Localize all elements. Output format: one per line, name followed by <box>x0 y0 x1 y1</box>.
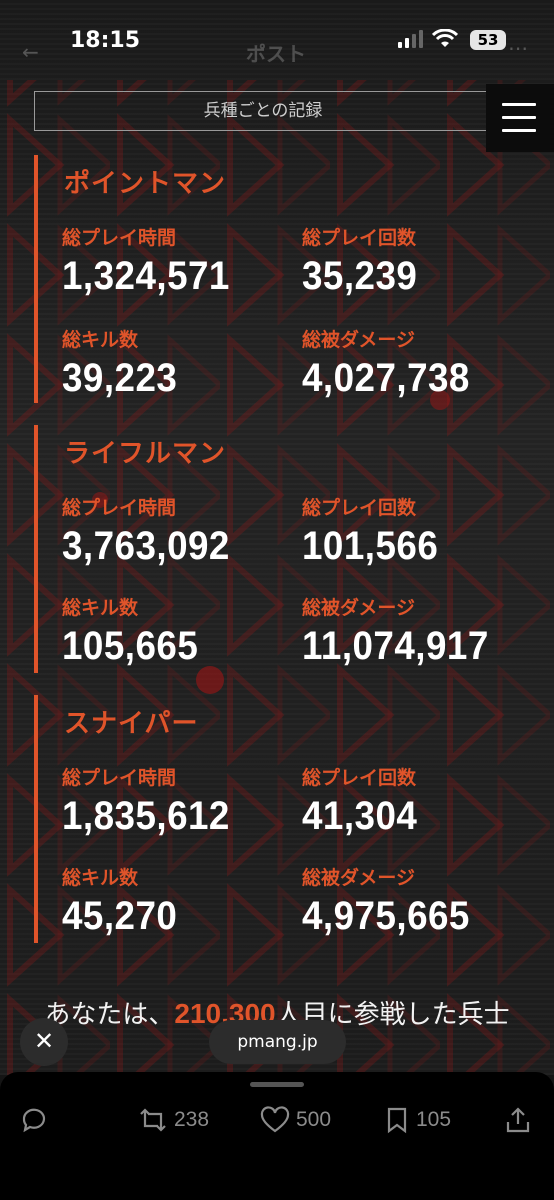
stat-label: 総被ダメージ <box>302 597 416 619</box>
section-sniper: スナイパー 総プレイ時間 1,835,612 総プレイ回数 41,304 総キル… <box>34 695 534 945</box>
heart-icon <box>260 1106 290 1133</box>
share-button[interactable] <box>504 1106 532 1136</box>
stat-label: 総プレイ時間 <box>62 227 177 249</box>
source-link[interactable]: pmang.jp <box>209 1020 346 1064</box>
action-bar <box>0 1072 554 1200</box>
stat-kills: 総キル数 39,223 <box>62 325 187 400</box>
section-pointman: ポイントマン 総プレイ時間 1,324,571 総プレイ回数 35,239 総キ… <box>34 155 534 405</box>
stat-value: 11,074,917 <box>302 624 489 668</box>
wifi-icon <box>432 29 458 47</box>
post-header-title: ポスト <box>246 42 306 66</box>
clock: 18:15 <box>70 28 141 53</box>
hamburger-icon <box>502 103 536 106</box>
stat-label: 総キル数 <box>62 867 139 889</box>
section-accent-line <box>34 695 38 943</box>
hamburger-icon-bar <box>502 129 536 132</box>
stat-label: 総プレイ回数 <box>302 767 417 789</box>
stat-value: 3,763,092 <box>62 524 230 568</box>
stat-label: 総被ダメージ <box>302 867 416 889</box>
status-bar: ← ポスト ⋯ 18:15 53 <box>0 0 554 86</box>
bookmark-button[interactable]: 105 <box>384 1106 451 1136</box>
class-records-heading: 兵種ごとの記録 <box>34 91 492 131</box>
retweet-button[interactable]: 238 <box>138 1106 209 1136</box>
section-title: ポイントマン <box>64 169 227 199</box>
stat-value: 39,223 <box>62 356 178 400</box>
stat-label: 総プレイ時間 <box>62 497 177 519</box>
stat-label: 総プレイ回数 <box>302 497 417 519</box>
back-arrow-icon[interactable]: ← <box>22 40 39 64</box>
stat-label: 総プレイ回数 <box>302 227 417 249</box>
stat-value: 101,566 <box>302 524 439 568</box>
stat-play-time: 総プレイ時間 1,324,571 <box>62 223 244 298</box>
stat-value: 1,324,571 <box>62 254 230 298</box>
section-title: スナイパー <box>64 709 199 739</box>
signal-icon <box>398 30 423 48</box>
bookmark-icon <box>387 1107 407 1134</box>
hamburger-icon-bar <box>502 116 536 119</box>
stat-value: 4,027,738 <box>302 356 470 400</box>
stat-play-count: 総プレイ回数 101,566 <box>302 493 450 568</box>
stat-value: 35,239 <box>302 254 418 298</box>
stat-play-count: 総プレイ回数 41,304 <box>302 763 427 838</box>
close-button[interactable]: ✕ <box>20 1018 68 1066</box>
stat-play-time: 総プレイ時間 1,835,612 <box>62 763 244 838</box>
sheet-handle[interactable] <box>250 1082 304 1087</box>
rank-text-before: あなたは、 <box>44 1000 175 1030</box>
section-accent-line <box>34 425 38 673</box>
stat-label: 総キル数 <box>62 597 139 619</box>
stat-label: 総キル数 <box>62 329 139 351</box>
stat-damage: 総被ダメージ 4,975,665 <box>302 863 484 938</box>
menu-button[interactable] <box>486 84 554 152</box>
stat-label: 総プレイ時間 <box>62 767 177 789</box>
section-rifleman: ライフルマン 総プレイ時間 3,763,092 総プレイ回数 101,566 総… <box>34 425 534 675</box>
retweet-icon <box>140 1108 166 1132</box>
like-button[interactable]: 500 <box>260 1106 331 1136</box>
share-icon <box>506 1107 530 1133</box>
section-title: ライフルマン <box>64 439 227 469</box>
section-accent-line <box>34 155 38 403</box>
reply-button[interactable] <box>20 1106 48 1136</box>
stat-value: 4,975,665 <box>302 894 470 938</box>
stat-kills: 総キル数 45,270 <box>62 863 187 938</box>
stat-value: 1,835,612 <box>62 794 230 838</box>
retweet-count: 238 <box>174 1108 210 1131</box>
like-count: 500 <box>296 1108 332 1131</box>
stat-value: 105,665 <box>62 624 199 668</box>
more-icon[interactable]: ⋯ <box>508 36 528 60</box>
stat-play-count: 総プレイ回数 35,239 <box>302 223 427 298</box>
stat-label: 総被ダメージ <box>302 329 416 351</box>
battery-indicator: 53 <box>470 30 506 50</box>
bookmark-count: 105 <box>416 1108 452 1131</box>
reply-icon <box>22 1108 46 1133</box>
stat-damage: 総被ダメージ 4,027,738 <box>302 325 484 400</box>
stat-kills: 総キル数 105,665 <box>62 593 210 668</box>
stat-play-time: 総プレイ時間 3,763,092 <box>62 493 244 568</box>
stat-value: 41,304 <box>302 794 418 838</box>
stat-value: 45,270 <box>62 894 178 938</box>
stat-damage: 総被ダメージ 11,074,917 <box>302 593 505 668</box>
